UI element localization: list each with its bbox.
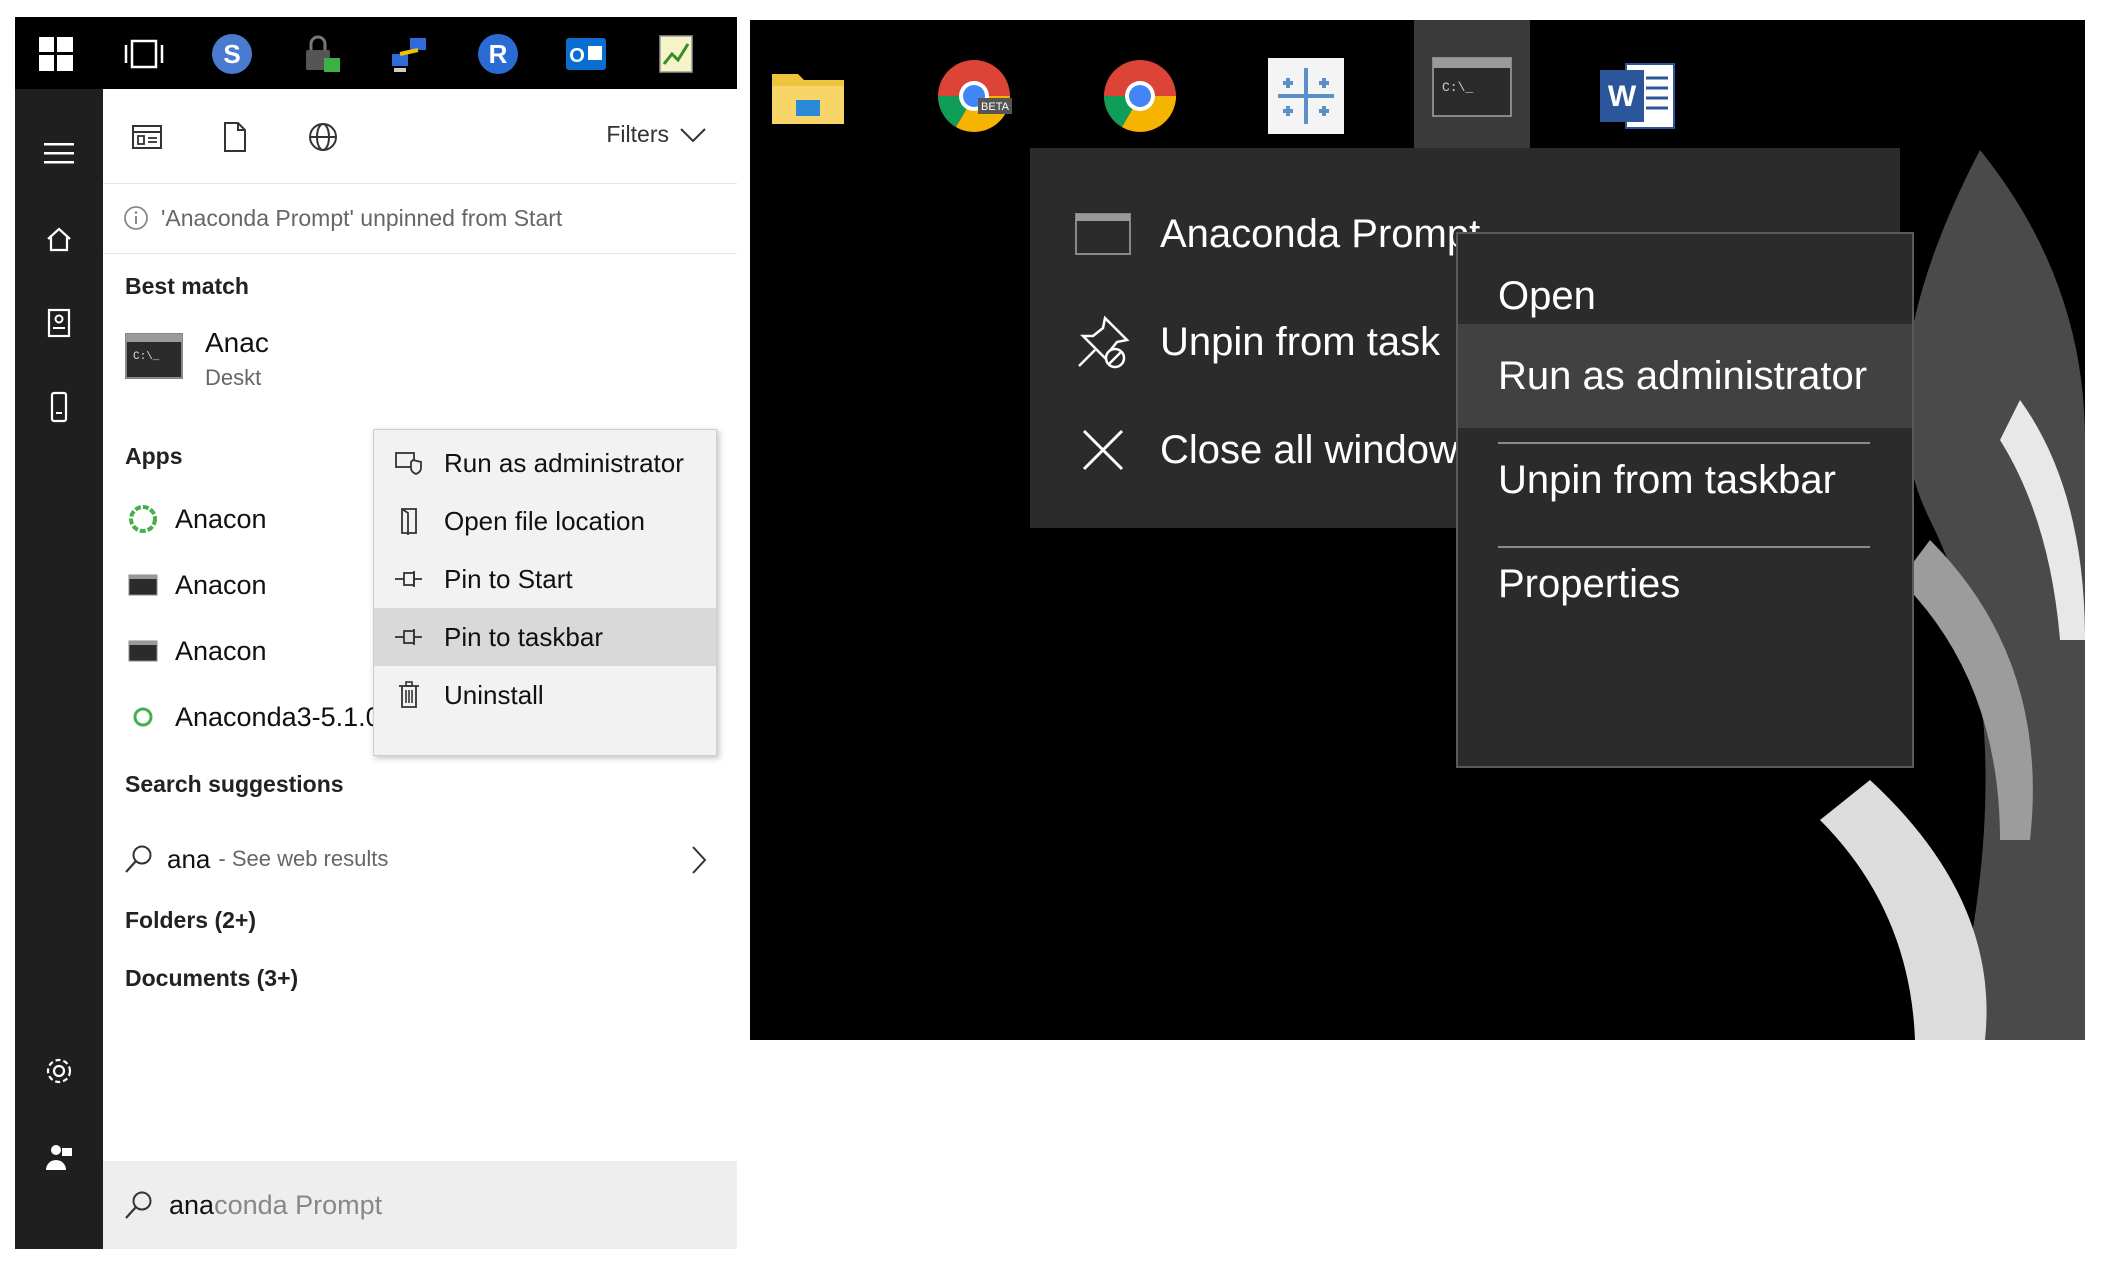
chevron-down-icon <box>680 127 706 142</box>
pin-icon <box>394 622 424 652</box>
documents-filter-icon[interactable] <box>215 117 255 157</box>
task-view-icon[interactable] <box>119 29 169 79</box>
feedback-user-icon[interactable] <box>37 1135 81 1179</box>
svg-text:S: S <box>223 39 240 69</box>
word-icon[interactable]: W <box>1580 38 1696 154</box>
menu-item-label: Open <box>1498 273 1596 318</box>
network-icon[interactable] <box>385 29 435 79</box>
windows-search-panel: S R O Filters 'Anaconda Prompt' unpinned… <box>15 17 737 1249</box>
documents-heading[interactable]: Documents (3+) <box>125 965 298 992</box>
app-result-label: Anacon <box>175 635 267 666</box>
device-icon[interactable] <box>37 385 81 429</box>
search-autocomplete-text: conda Prompt <box>214 1189 383 1220</box>
menu-item-run-as-administrator[interactable]: Run as administrator <box>1458 324 1912 428</box>
terminal-icon <box>123 631 163 671</box>
menu-item-open-file-location[interactable]: Open file location <box>374 492 716 550</box>
hamburger-menu-icon[interactable] <box>37 131 81 175</box>
outlook-icon[interactable]: O <box>561 29 611 79</box>
notice-text: 'Anaconda Prompt' unpinned from Start <box>161 204 563 231</box>
trash-icon <box>394 680 424 710</box>
menu-item-label: Unpin from taskbar <box>1498 457 1836 502</box>
apps-heading: Apps <box>125 443 183 469</box>
pin-icon <box>394 564 424 594</box>
chrome-icon[interactable] <box>1082 38 1198 154</box>
menu-item-pin-to-taskbar[interactable]: Pin to taskbar <box>374 608 716 666</box>
best-match-title: Anac <box>205 327 269 358</box>
r-icon[interactable]: R <box>473 29 523 79</box>
svg-text:C:\_: C:\_ <box>133 351 160 363</box>
app-result-label: Anacon <box>175 503 267 534</box>
svg-text:O: O <box>569 45 585 67</box>
chevron-right-icon <box>692 846 707 874</box>
home-icon[interactable] <box>37 217 81 261</box>
menu-item-unpin-from-taskbar[interactable]: Unpin from taskbar <box>1458 428 1912 532</box>
best-match-item[interactable]: C:\_ Anac Deskt <box>103 321 737 401</box>
suggestion-suffix: - See web results <box>218 846 389 871</box>
menu-item-label: Open file location <box>444 505 645 536</box>
terminal-icon <box>123 565 163 605</box>
web-search-suggestion[interactable]: ana - See web results <box>103 829 737 889</box>
file-location-icon <box>394 506 424 536</box>
svg-text:R: R <box>489 39 508 69</box>
close-icon <box>1068 415 1138 485</box>
menu-item-run-as-administrator[interactable]: Run as administrator <box>374 434 716 492</box>
jump-list-label: Unpin from task <box>1160 319 1441 364</box>
web-filter-globe-icon[interactable] <box>303 117 343 157</box>
menu-item-label: Properties <box>1498 561 1681 606</box>
filters-dropdown[interactable]: Filters <box>606 121 707 148</box>
search-icon <box>125 1191 152 1219</box>
menu-item-uninstall[interactable]: Uninstall <box>374 666 716 724</box>
best-match-subtitle: Deskt <box>205 365 262 390</box>
folders-heading[interactable]: Folders (2+) <box>125 907 256 934</box>
jump-list-label: Anaconda Prompt <box>1160 211 1481 256</box>
windows-start-icon[interactable] <box>31 29 81 79</box>
filter-bar: Filters <box>103 89 737 184</box>
app-s-icon[interactable]: S <box>207 29 257 79</box>
menu-item-label: Pin to taskbar <box>444 621 603 652</box>
svg-text:BETA: BETA <box>981 101 1010 113</box>
menu-item-label: Pin to Start <box>444 563 573 594</box>
terminal-icon: C:\_ <box>1432 57 1512 117</box>
terminal-icon: C:\_ <box>125 333 183 379</box>
menu-item-label: Run as administrator <box>1498 353 1868 398</box>
start-rail <box>15 89 103 1249</box>
unpin-notice: 'Anaconda Prompt' unpinned from Start <box>103 183 737 254</box>
notepad-chart-icon[interactable] <box>651 29 701 79</box>
menu-item-label: Run as administrator <box>444 447 684 478</box>
anaconda-navigator-icon <box>123 499 163 539</box>
search-results: Filters 'Anaconda Prompt' unpinned from … <box>103 89 737 1249</box>
unpin-icon <box>1068 307 1138 377</box>
taskbar-jump-list-panel: BETA C:\_ W Anaconda Prompt Unpin from t… <box>750 20 2085 1040</box>
taskbar: S R O <box>15 17 737 89</box>
search-typed-text: ana <box>169 1189 215 1220</box>
notebook-icon[interactable] <box>37 301 81 345</box>
installer-icon <box>123 697 163 737</box>
terminal-icon <box>1068 199 1138 269</box>
app-result-label: Anacon <box>175 569 267 600</box>
svg-text:C:\_: C:\_ <box>1442 80 1473 95</box>
anaconda-prompt-taskbar-icon[interactable]: C:\_ <box>1414 20 1530 154</box>
menu-item-pin-to-start[interactable]: Pin to Start <box>374 550 716 608</box>
start-context-menu: Run as administrator Open file location … <box>373 429 717 756</box>
search-suggestions-heading: Search suggestions <box>125 771 344 797</box>
apps-filter-icon[interactable] <box>127 117 167 157</box>
network-lock-icon[interactable] <box>297 29 347 79</box>
search-box[interactable]: ana conda Prompt <box>103 1161 737 1249</box>
svg-text:W: W <box>1608 80 1637 113</box>
suggestion-query: ana <box>167 843 211 874</box>
jump-list-label: Close all window <box>1160 427 1458 472</box>
settings-gear-icon[interactable] <box>37 1049 81 1093</box>
shield-icon <box>394 448 424 478</box>
info-icon <box>124 206 148 230</box>
file-explorer-icon[interactable] <box>750 38 866 154</box>
menu-item-label: Uninstall <box>444 679 544 710</box>
filters-label: Filters <box>606 121 669 147</box>
menu-item-properties[interactable]: Properties <box>1458 532 1912 636</box>
taskbar-context-menu: Open Run as administrator Unpin from tas… <box>1456 232 1914 768</box>
tableau-icon[interactable] <box>1248 38 1364 154</box>
search-icon <box>125 845 152 873</box>
best-match-heading: Best match <box>125 273 249 299</box>
chrome-beta-icon[interactable]: BETA <box>916 38 1032 154</box>
